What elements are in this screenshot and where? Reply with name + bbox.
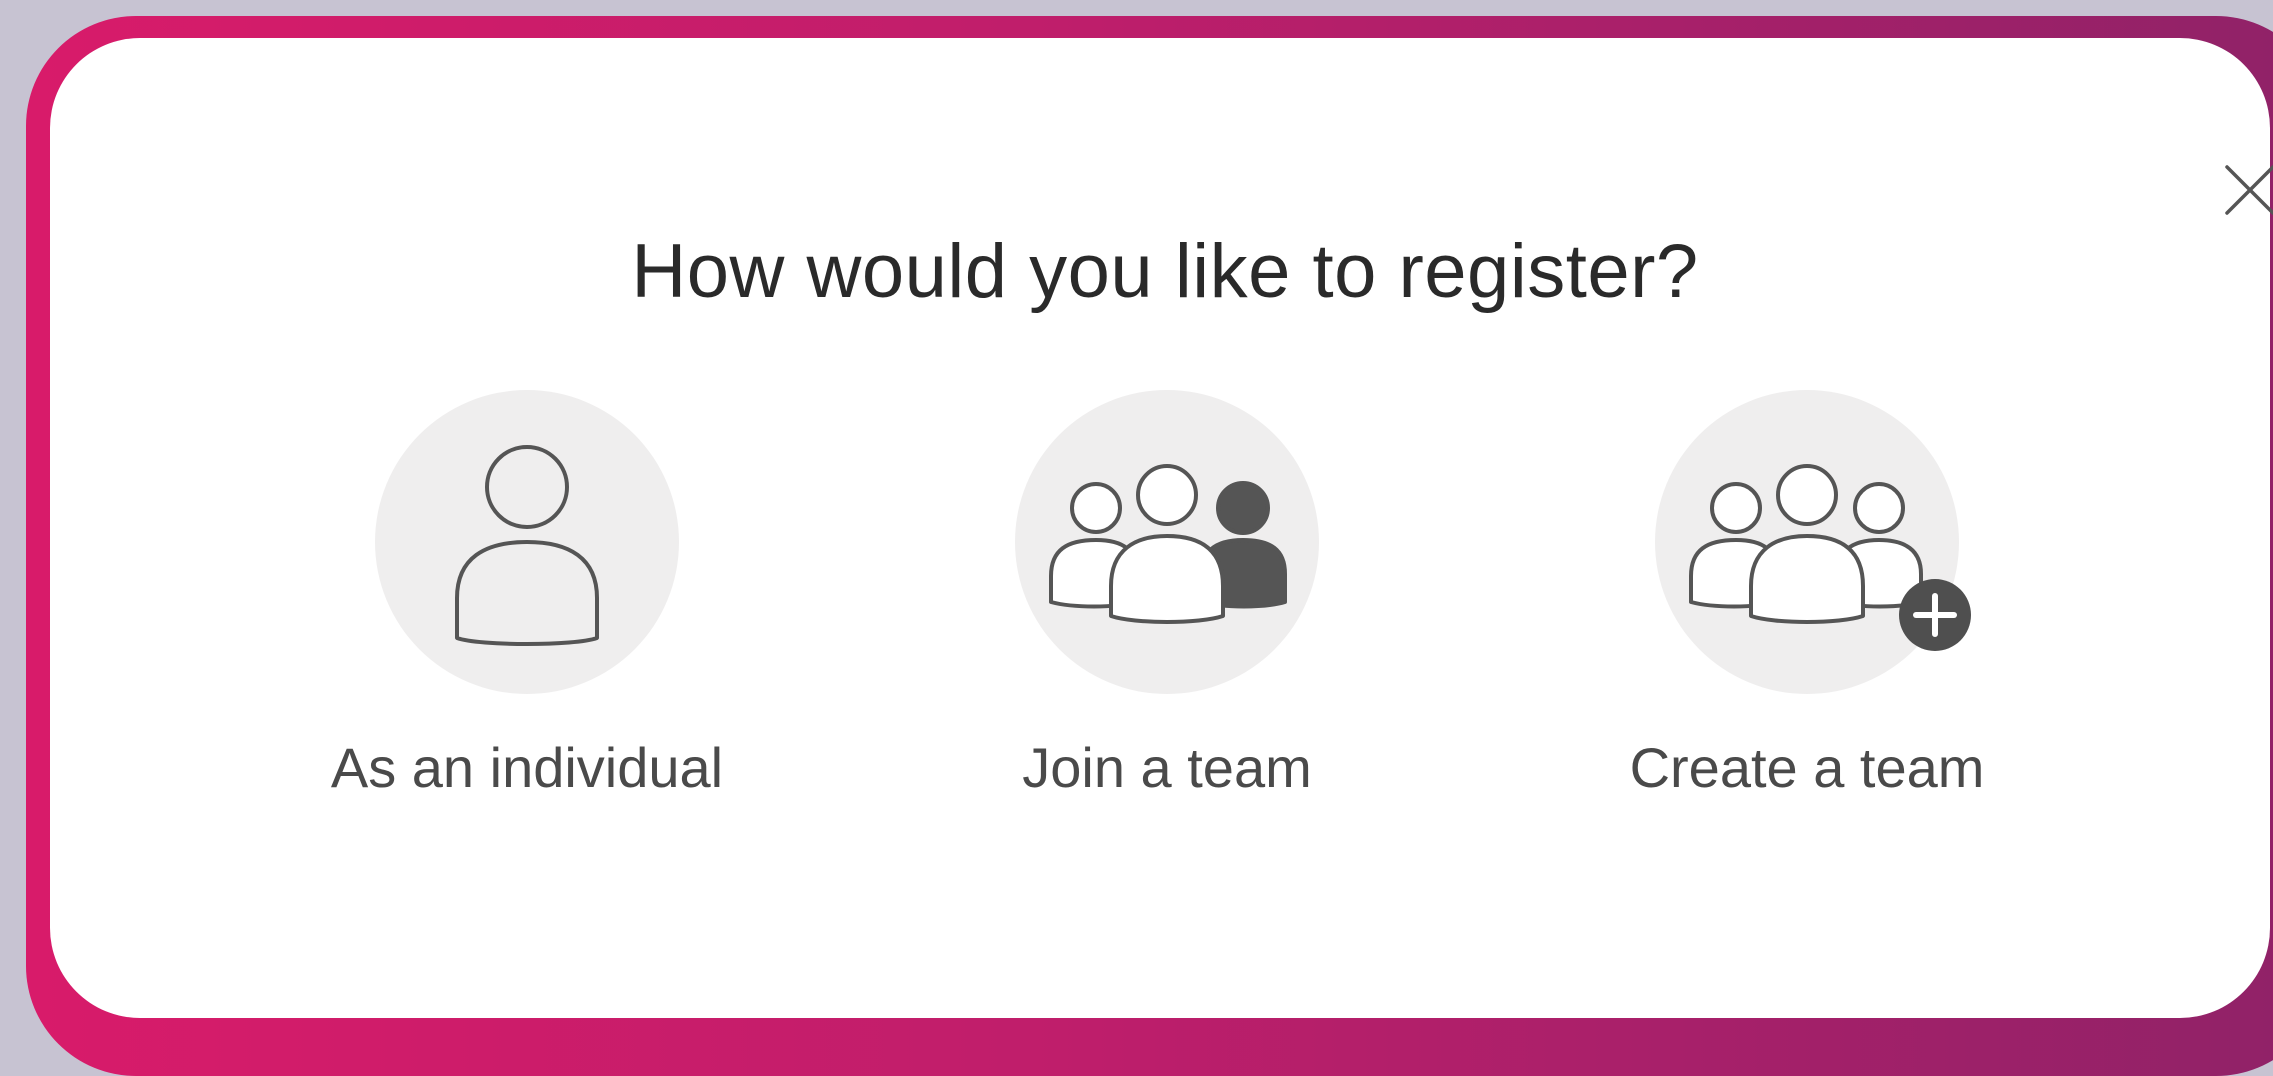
plus-badge-icon — [1899, 579, 1971, 651]
person-icon — [455, 445, 599, 646]
option-label-join-team: Join a team — [1022, 736, 1312, 799]
option-create-team[interactable]: Create a team — [1527, 390, 2087, 820]
option-label-create-team: Create a team — [1629, 736, 1985, 799]
join-team-icon — [1049, 464, 1287, 624]
create-team-icon — [1689, 464, 1971, 651]
option-individual[interactable]: As an individual — [247, 390, 807, 820]
option-join-team[interactable]: Join a team — [887, 390, 1447, 820]
option-icon-circle — [1655, 390, 1971, 694]
option-icon-circle — [375, 390, 679, 694]
dialog-title: How would you like to register? — [631, 229, 1699, 314]
close-icon — [2225, 165, 2273, 215]
option-icon-circle — [1015, 390, 1319, 694]
close-button[interactable] — [2213, 153, 2273, 223]
option-label-individual: As an individual — [330, 736, 724, 799]
